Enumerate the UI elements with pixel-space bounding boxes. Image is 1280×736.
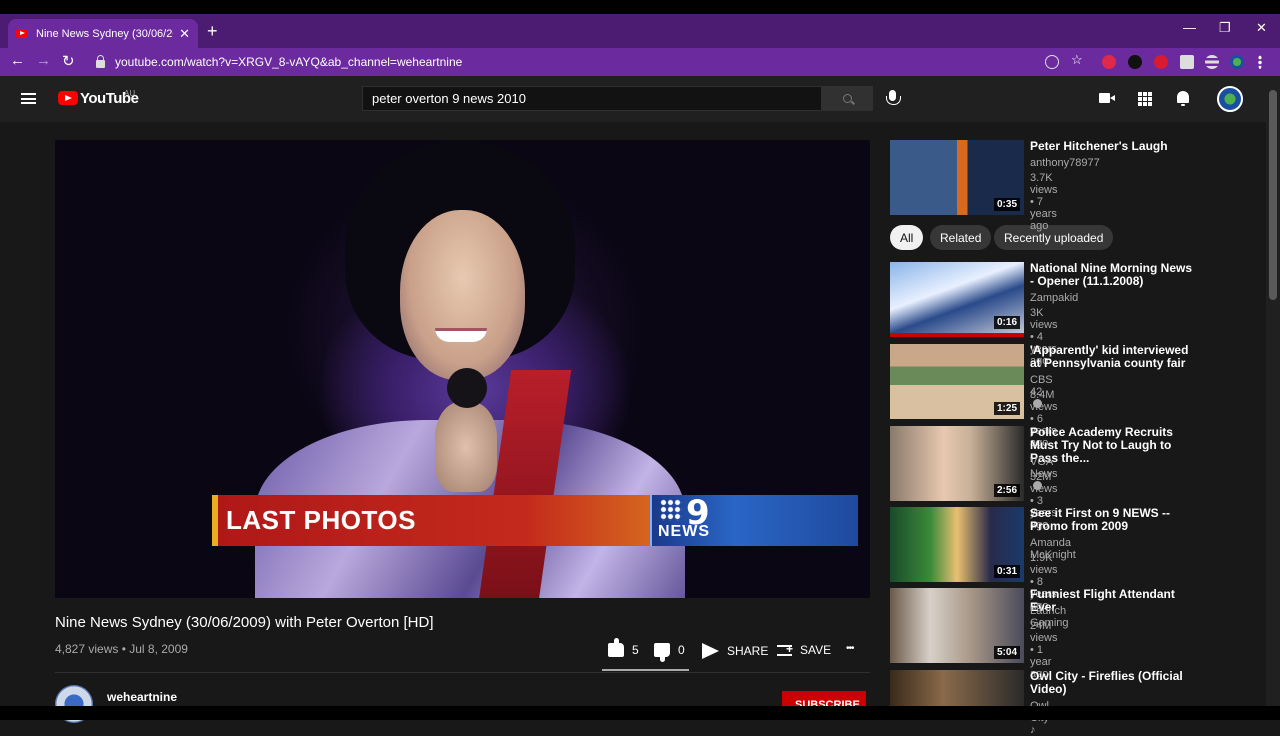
browser-menu-icon[interactable] bbox=[1258, 55, 1262, 69]
window-top-strip bbox=[0, 0, 1280, 14]
page-scrollbar[interactable] bbox=[1266, 76, 1280, 706]
url-text: youtube.com/watch?v=XRGV_8-vAYQ&ab_chann… bbox=[115, 55, 463, 69]
search-input[interactable]: peter overton 9 news 2010 bbox=[362, 86, 822, 111]
country-code: AU bbox=[124, 89, 136, 98]
suggestion-thumbnail[interactable]: 0:31 bbox=[890, 507, 1024, 582]
suggestion-thumbnail[interactable]: 0:35 bbox=[890, 140, 1024, 215]
video-frame-hand bbox=[435, 402, 497, 492]
suggestion-title[interactable]: 'Apparently' kid interviewed at Pennsylv… bbox=[1030, 344, 1196, 370]
suggestion-channel[interactable]: anthony78977 bbox=[1030, 157, 1100, 169]
like-button[interactable]: 5 bbox=[608, 638, 639, 657]
suggestion-thumbnail[interactable] bbox=[890, 670, 1024, 706]
suggestion-views: 3.7K views • 7 years ago bbox=[1030, 172, 1058, 232]
reading-list-icon[interactable] bbox=[1205, 55, 1219, 69]
search-button[interactable] bbox=[822, 86, 873, 111]
chip-related[interactable]: Related bbox=[930, 225, 992, 250]
extension-icon-2[interactable] bbox=[1128, 55, 1142, 69]
tab-bar: Nine News Sydney (30/06/20... ✕ bbox=[0, 14, 1280, 48]
duration-badge: 5:04 bbox=[993, 646, 1020, 659]
apps-grid-icon[interactable] bbox=[1138, 92, 1152, 106]
extension-icon-3[interactable] bbox=[1154, 55, 1168, 69]
suggestion-title[interactable]: Peter Hitchener's Laugh bbox=[1030, 140, 1196, 153]
video-frame-face bbox=[400, 210, 525, 380]
window-bottom-strip bbox=[0, 706, 1280, 720]
like-count: 5 bbox=[632, 643, 639, 657]
thumbs-up-icon bbox=[608, 638, 624, 657]
thumbs-down-icon bbox=[654, 643, 670, 662]
channel-name[interactable]: weheartnine bbox=[107, 690, 177, 704]
profile-avatar-icon[interactable] bbox=[1230, 55, 1244, 69]
microphone-icon[interactable] bbox=[886, 90, 901, 105]
like-ratio-bar bbox=[602, 669, 689, 671]
suggestion-title[interactable]: Owl City - Fireflies (Official Video) bbox=[1030, 670, 1196, 696]
tab-close-icon[interactable]: ✕ bbox=[179, 26, 190, 42]
install-app-icon[interactable] bbox=[1045, 55, 1059, 69]
share-button[interactable]: SHARE bbox=[702, 643, 768, 659]
youtube-header: YouTube AU peter overton 9 news 2010 bbox=[0, 76, 1280, 122]
suggestion-thumbnail[interactable]: 0:16 bbox=[890, 262, 1024, 337]
url-bar[interactable]: youtube.com/watch?v=XRGV_8-vAYQ&ab_chann… bbox=[86, 50, 1092, 74]
notifications-bell-icon[interactable] bbox=[1177, 91, 1189, 106]
nine-dots-icon bbox=[660, 499, 682, 521]
account-avatar[interactable] bbox=[1217, 86, 1243, 112]
video-frame-smile bbox=[435, 328, 487, 342]
more-actions-icon[interactable]: ••• bbox=[846, 643, 854, 654]
dislike-count: 0 bbox=[678, 643, 685, 657]
share-label: SHARE bbox=[727, 644, 769, 658]
news-text: NEWS bbox=[658, 523, 710, 540]
video-meta: 4,827 views • Jul 8, 2009 bbox=[55, 642, 188, 656]
create-video-icon[interactable] bbox=[1099, 93, 1115, 103]
video-title: Nine News Sydney (30/06/2009) with Peter… bbox=[55, 614, 434, 631]
bookmark-star-icon[interactable]: ☆ bbox=[1071, 52, 1085, 67]
suggestion-thumbnail[interactable]: 5:04 bbox=[890, 588, 1024, 663]
duration-badge: 1:25 bbox=[993, 402, 1020, 415]
suggestion-title[interactable]: See it First on 9 NEWS -- Promo from 200… bbox=[1030, 507, 1196, 533]
suggestion-thumbnail[interactable]: 2:56 bbox=[890, 426, 1024, 501]
nine-news-logo: 9 NEWS bbox=[650, 493, 858, 546]
tab-title: Nine News Sydney (30/06/20... bbox=[36, 27, 174, 40]
suggestion-channel[interactable]: Zampakid bbox=[1030, 292, 1078, 304]
share-icon bbox=[702, 643, 719, 659]
menu-icon[interactable] bbox=[21, 93, 36, 104]
video-frame-microphone bbox=[447, 368, 487, 408]
youtube-favicon-icon bbox=[16, 29, 28, 38]
new-tab-button[interactable]: + bbox=[207, 21, 218, 42]
reload-button[interactable]: ↻ bbox=[62, 52, 75, 70]
forward-button[interactable]: → bbox=[36, 52, 51, 69]
suggestion-thumbnail[interactable]: 1:25 bbox=[890, 344, 1024, 419]
save-button[interactable]: SAVE bbox=[777, 642, 832, 657]
window-close-button[interactable]: ✕ bbox=[1256, 20, 1267, 36]
chip-all[interactable]: All bbox=[890, 225, 924, 250]
duration-badge: 2:56 bbox=[993, 484, 1020, 497]
duration-badge: 0:35 bbox=[993, 198, 1020, 211]
duration-badge: 0:16 bbox=[993, 316, 1020, 329]
lower-third-banner: LAST PHOTOS bbox=[212, 495, 659, 546]
extensions-puzzle-icon[interactable] bbox=[1180, 55, 1194, 69]
dislike-button[interactable]: 0 bbox=[654, 643, 685, 662]
divider bbox=[55, 672, 870, 673]
duration-badge: 0:31 bbox=[993, 565, 1020, 578]
minimize-button[interactable]: — bbox=[1183, 20, 1196, 35]
address-bar-area: ← → ↻ youtube.com/watch?v=XRGV_8-vAYQ&ab… bbox=[0, 48, 1280, 76]
browser-tab[interactable]: Nine News Sydney (30/06/20... ✕ bbox=[8, 19, 198, 48]
extension-icon-1[interactable] bbox=[1102, 55, 1116, 69]
save-label: SAVE bbox=[800, 643, 832, 657]
scrollbar-thumb[interactable] bbox=[1269, 90, 1277, 300]
lock-icon bbox=[96, 55, 105, 68]
youtube-logo-icon[interactable] bbox=[58, 91, 78, 105]
back-button[interactable]: ← bbox=[10, 52, 25, 69]
suggestion-title[interactable]: National Nine Morning News - Opener (11.… bbox=[1030, 262, 1196, 288]
playlist-add-icon bbox=[777, 642, 793, 656]
maximize-button[interactable]: ❐ bbox=[1219, 20, 1231, 36]
lower-third-text: LAST PHOTOS bbox=[226, 505, 416, 535]
search-icon bbox=[843, 94, 852, 103]
video-player[interactable]: LAST PHOTOS 9 NEWS bbox=[55, 140, 870, 598]
